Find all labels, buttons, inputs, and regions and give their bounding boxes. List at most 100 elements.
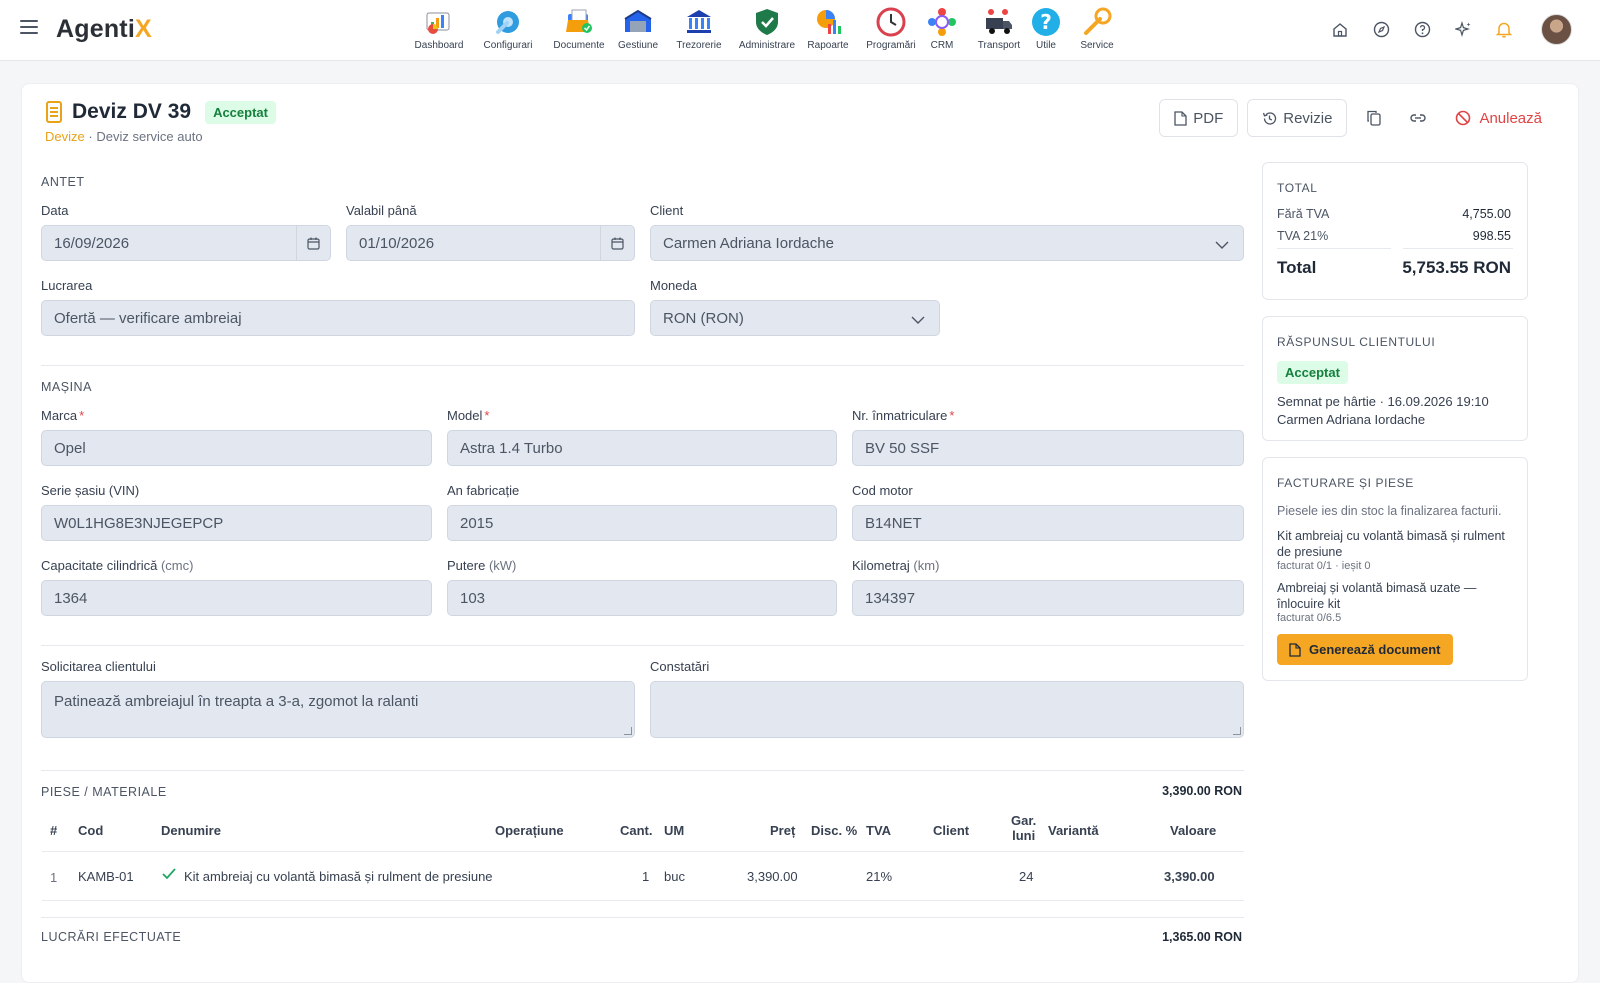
- mileage-label: Kilometraj (km): [852, 558, 940, 573]
- module-dashboard[interactable]: Dashboard: [412, 6, 466, 51]
- findings-label: Constatări: [650, 659, 710, 674]
- mileage-value: 134397: [865, 589, 916, 607]
- document-card: Deviz DV 39 Acceptat Devize · Deviz serv…: [21, 83, 1579, 983]
- module-service[interactable]: Service: [1079, 6, 1115, 51]
- engine-code-value: B14NET: [865, 514, 922, 532]
- section-divider: [41, 770, 1244, 771]
- module-transport[interactable]: Transport: [977, 6, 1021, 51]
- col-operation[interactable]: Operațiune: [495, 823, 564, 838]
- col-discount[interactable]: Disc. %: [811, 823, 857, 838]
- module-configurari[interactable]: Configurari: [480, 6, 536, 51]
- col-warranty[interactable]: Gar. luni: [1011, 813, 1036, 843]
- app-logo[interactable]: AgentiX: [56, 15, 152, 44]
- generate-document-button[interactable]: Generează document: [1277, 634, 1453, 665]
- valid-until-field[interactable]: 01/10/2026: [346, 225, 635, 261]
- col-vat[interactable]: TVA: [866, 823, 891, 838]
- generate-document-label: Generează document: [1309, 642, 1441, 657]
- client-response-card: RĂSPUNSUL CLIENTULUI Acceptat Semnat pe …: [1262, 316, 1528, 441]
- sparkles-icon[interactable]: [1453, 20, 1473, 40]
- breadcrumb-current: Deviz service auto: [96, 129, 203, 144]
- help-circle-icon[interactable]: [1412, 20, 1432, 40]
- calendar-icon[interactable]: [296, 226, 330, 260]
- col-price[interactable]: Preț: [770, 823, 795, 838]
- mileage-field[interactable]: 134397: [852, 580, 1244, 616]
- parts-table-header: # Cod Denumire Operațiune Cant. UM Preț …: [42, 811, 1244, 851]
- calendar-icon[interactable]: [600, 226, 634, 260]
- client-select[interactable]: Carmen Adriana Iordache: [650, 225, 1244, 261]
- module-programari[interactable]: Programări: [865, 6, 917, 51]
- col-value[interactable]: Valoare: [1170, 823, 1216, 838]
- help-icon: ?: [1030, 6, 1062, 38]
- resize-handle-icon[interactable]: [624, 727, 632, 735]
- make-field[interactable]: Opel: [41, 430, 432, 466]
- bell-icon[interactable]: [1494, 20, 1514, 40]
- copy-icon: [1367, 110, 1382, 126]
- dashboard-icon: [423, 6, 455, 38]
- client-label: Client: [650, 203, 684, 218]
- section-car-title: MAȘINA: [41, 380, 92, 394]
- engine-code-field[interactable]: B14NET: [852, 505, 1244, 541]
- compass-icon[interactable]: [1371, 20, 1391, 40]
- history-icon: [1263, 111, 1277, 125]
- menu-icon[interactable]: [20, 20, 38, 34]
- col-variant[interactable]: Variantă: [1048, 823, 1099, 838]
- home-icon[interactable]: [1330, 20, 1350, 40]
- avatar[interactable]: [1541, 14, 1572, 45]
- power-label: Putere (kW): [447, 558, 517, 573]
- col-name[interactable]: Denumire: [161, 823, 221, 838]
- model-field[interactable]: Astra 1.4 Turbo: [447, 430, 837, 466]
- crm-icon: [926, 6, 958, 38]
- bank-icon: [683, 6, 715, 38]
- section-divider: [41, 645, 1244, 646]
- link-button[interactable]: [1401, 99, 1435, 137]
- documents-icon: [563, 6, 595, 38]
- totals-divider: [1277, 248, 1391, 249]
- signed-text: Semnat pe hârtie · 16.09.2026 19:10: [1277, 394, 1489, 409]
- wrench-gear-icon: [492, 6, 524, 38]
- table-row[interactable]: 1 KAMB-01 Kit ambreiaj cu volantă bimasă…: [42, 851, 1244, 901]
- year-field[interactable]: 2015: [447, 505, 837, 541]
- grand-total-row: Total 5,753.55 RON: [1277, 258, 1511, 277]
- check-icon: [161, 867, 177, 884]
- power-value: 103: [460, 589, 486, 607]
- net-row: Fără TVA 4,755.00: [1277, 207, 1511, 221]
- make-value: Opel: [54, 439, 86, 457]
- chevron-down-icon: [1215, 237, 1229, 254]
- col-code[interactable]: Cod: [78, 823, 103, 838]
- module-utile[interactable]: ? Utile: [1030, 6, 1062, 51]
- module-documente[interactable]: Documente: [551, 6, 607, 51]
- col-client[interactable]: Client: [933, 823, 969, 838]
- module-trezorerie[interactable]: Trezorerie: [675, 6, 723, 51]
- model-label: Model *: [447, 408, 490, 423]
- signed-by: Carmen Adriana Iordache: [1277, 412, 1426, 427]
- pdf-button[interactable]: PDF: [1159, 99, 1239, 137]
- module-rapoarte[interactable]: Rapoarte: [805, 6, 851, 51]
- cancel-document-button[interactable]: Anulează: [1447, 99, 1550, 137]
- currency-label: Moneda: [650, 278, 697, 293]
- copy-button[interactable]: [1357, 99, 1391, 137]
- breadcrumb: Devize · Deviz service auto: [45, 129, 203, 144]
- date-field[interactable]: 16/09/2026: [41, 225, 331, 261]
- module-administrare[interactable]: Administrare: [737, 6, 797, 51]
- capacity-field[interactable]: 1364: [41, 580, 432, 616]
- col-qty[interactable]: Cant.: [620, 823, 653, 838]
- row-vat: 21%: [866, 869, 893, 884]
- vin-field[interactable]: W0L1HG8E3NJEGEPCP: [41, 505, 432, 541]
- totals-divider: [1403, 248, 1513, 249]
- breadcrumb-link-devize[interactable]: Devize: [45, 129, 85, 144]
- module-crm[interactable]: CRM: [927, 6, 957, 51]
- currency-select[interactable]: RON (RON): [650, 300, 940, 336]
- findings-textarea[interactable]: [650, 681, 1244, 738]
- col-um[interactable]: UM: [664, 823, 684, 838]
- revision-button[interactable]: Revizie: [1247, 99, 1348, 137]
- work-field[interactable]: Ofertă — verificare ambreiaj: [41, 300, 635, 336]
- module-gestiune[interactable]: Gestiune: [616, 6, 660, 51]
- capacity-value: 1364: [54, 589, 88, 607]
- plate-field[interactable]: BV 50 SSF: [852, 430, 1244, 466]
- client-request-textarea[interactable]: Patinează ambreiajul în treapta a 3-a, z…: [41, 681, 635, 738]
- date-label: Data: [41, 203, 69, 218]
- row-value: 3,390.00: [1164, 869, 1215, 884]
- power-field[interactable]: 103: [447, 580, 837, 616]
- row-name: Kit ambreiaj cu volantă bimasă și rulmen…: [184, 869, 493, 884]
- resize-handle-icon[interactable]: [1233, 727, 1241, 735]
